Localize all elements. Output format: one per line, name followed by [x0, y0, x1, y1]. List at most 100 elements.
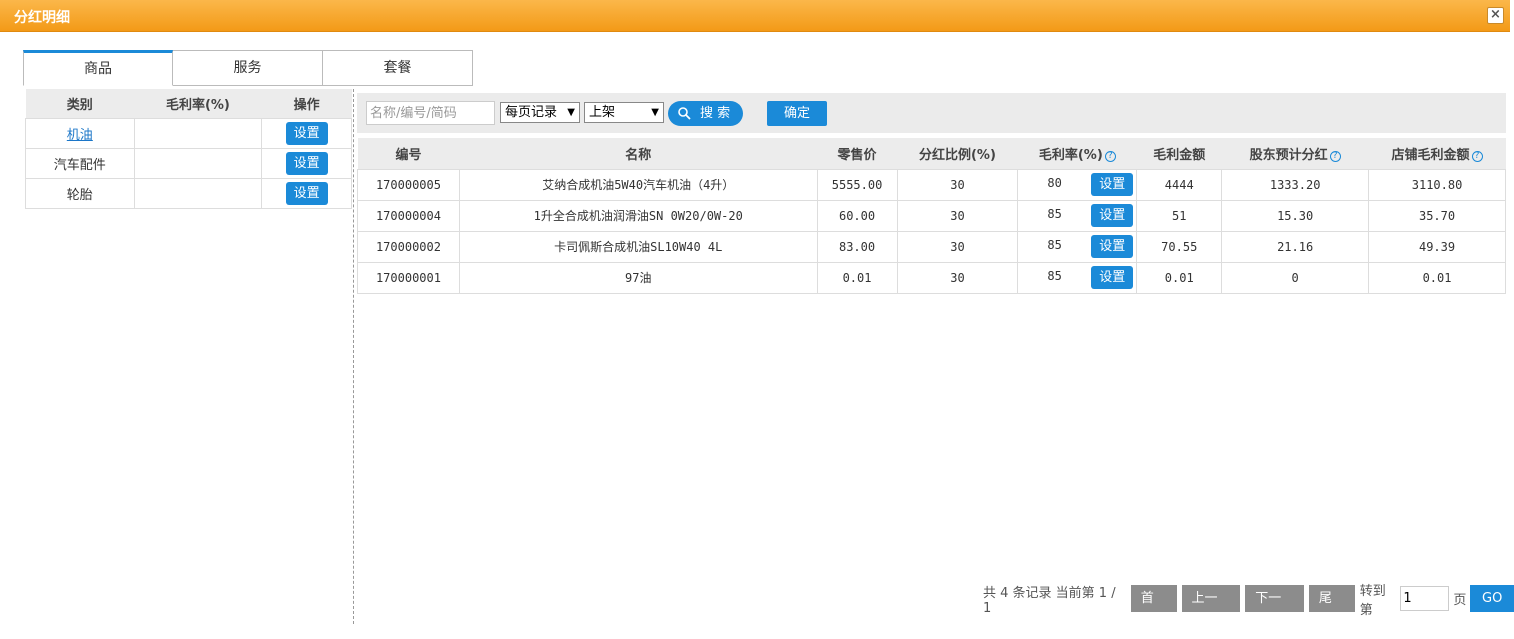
col-header-retail-price: 零售价: [817, 138, 898, 169]
goto-label: 转到第: [1359, 583, 1386, 618]
category-row: 汽车配件 设置: [25, 147, 352, 179]
set-button[interactable]: 设置: [285, 121, 328, 145]
cell-name: 1升全合成机油润滑油SN 0W20/0W-20: [458, 199, 818, 232]
category-rate: [133, 177, 263, 209]
cell-gross-profit: 70.55: [1136, 230, 1223, 263]
page-size-select[interactable]: 每页记录 ▼: [500, 102, 580, 123]
table-row: 170000004 1升全合成机油润滑油SN 0W20/0W-20 60.00 30 8…: [357, 199, 1506, 232]
category-name: 轮胎: [25, 177, 135, 209]
category-row: 轮胎 设置: [25, 177, 352, 209]
dropdown-arrow-icon: ▼: [651, 107, 659, 118]
col-header-dividend-ratio: 分红比例(%): [897, 138, 1018, 169]
cell-margin-rate: 85 设置: [1017, 199, 1138, 232]
cell-dividend-ratio: 30: [896, 261, 1019, 294]
cell-code: 170000005: [357, 168, 460, 201]
cell-shareholder-dividend: 15.30: [1221, 199, 1370, 232]
margin-rate-value: 80: [1047, 175, 1062, 190]
cell-gross-profit: 0.01: [1136, 261, 1223, 294]
cell-code: 170000001: [357, 261, 460, 294]
status-select-value: 上架: [589, 105, 616, 120]
page-size-select-value: 每页记录: [505, 105, 558, 120]
cell-gross-profit: 4444: [1136, 168, 1223, 201]
set-button[interactable]: 设置: [1091, 234, 1134, 258]
go-button[interactable]: GO: [1470, 585, 1514, 612]
status-select[interactable]: 上架 ▼: [584, 102, 664, 123]
pagination-info: 共 4 条记录 当前第 1 / 1: [983, 585, 1116, 616]
table-row: 170000005 艾纳合成机油5W40汽车机油（4升） 5555.00 30 80 设置…: [357, 168, 1506, 201]
dialog-titlebar: 分红明细 ×: [0, 0, 1510, 32]
set-button[interactable]: 设置: [1091, 203, 1134, 227]
cell-gross-profit: 51: [1136, 199, 1223, 232]
col-header-gross-profit: 毛利金额: [1136, 138, 1222, 169]
page-unit-label: 页: [1453, 593, 1467, 608]
help-icon[interactable]: ?: [1104, 150, 1116, 162]
search-icon: [678, 107, 691, 120]
dialog-title: 分红明细: [14, 10, 70, 26]
cell-shareholder-dividend: 1333.20: [1221, 168, 1370, 201]
prev-page-button[interactable]: 上一页: [1181, 585, 1241, 633]
category-rate: [133, 147, 263, 179]
help-icon[interactable]: ?: [1471, 150, 1483, 162]
tab-services[interactable]: 服务: [173, 50, 323, 86]
table-row: 170000002 卡司佩斯合成机油SL10W40 4L 83.00 30 85 设置 70…: [357, 230, 1506, 263]
margin-rate-value: 85: [1047, 237, 1062, 252]
cell-dividend-ratio: 30: [896, 230, 1019, 263]
cell-margin-rate: 85 设置: [1017, 230, 1138, 263]
set-button[interactable]: 设置: [285, 181, 328, 205]
col-header-name: 名称: [459, 138, 818, 169]
search-toolbar: 每页记录 ▼ 上架 ▼ 搜 索 确定: [357, 93, 1506, 133]
cell-margin-rate: 80 设置: [1017, 168, 1138, 201]
tab-bar: 商品 服务 套餐: [23, 50, 473, 86]
cell-dividend-ratio: 30: [896, 168, 1019, 201]
cell-retail-price: 5555.00: [816, 168, 898, 201]
cell-retail-price: 0.01: [816, 261, 898, 294]
col-header-margin-rate: 毛利率(%): [134, 89, 262, 118]
dropdown-arrow-icon: ▼: [567, 107, 575, 118]
cell-shareholder-dividend: 0: [1221, 261, 1370, 294]
margin-rate-value: 85: [1047, 268, 1062, 283]
category-rate: [133, 117, 263, 149]
cell-retail-price: 83.00: [816, 230, 898, 263]
help-icon[interactable]: ?: [1329, 150, 1341, 162]
cell-dividend-ratio: 30: [896, 199, 1019, 232]
set-button[interactable]: 设置: [285, 151, 328, 175]
tab-packages[interactable]: 套餐: [323, 50, 473, 86]
cell-code: 170000002: [357, 230, 460, 263]
set-button[interactable]: 设置: [1091, 265, 1134, 289]
category-name: 汽车配件: [25, 147, 135, 179]
cell-retail-price: 60.00: [816, 199, 898, 232]
close-icon[interactable]: ×: [1487, 7, 1504, 24]
category-header-row: 类别 毛利率(%) 操作: [25, 89, 352, 118]
cell-store-profit: 35.70: [1368, 199, 1506, 232]
first-page-button[interactable]: 首页: [1130, 585, 1177, 633]
cell-store-profit: 3110.80: [1368, 168, 1506, 201]
page-number-input[interactable]: [1400, 586, 1450, 611]
search-button-label: 搜 索: [700, 106, 731, 121]
cell-store-profit: 0.01: [1368, 261, 1506, 294]
confirm-button[interactable]: 确定: [767, 101, 827, 126]
next-page-button[interactable]: 下一页: [1245, 585, 1304, 633]
cell-shareholder-dividend: 21.16: [1221, 230, 1370, 263]
category-link-engine-oil[interactable]: 机油: [67, 128, 93, 143]
search-input[interactable]: [366, 101, 495, 125]
cell-name: 97油: [458, 261, 818, 294]
cell-code: 170000004: [357, 199, 460, 232]
tab-goods[interactable]: 商品: [23, 50, 173, 86]
col-header-category: 类别: [25, 89, 135, 118]
col-header-store-profit-label: 店铺毛利金额: [1391, 147, 1470, 163]
col-header-code: 编号: [357, 138, 460, 169]
cell-name: 艾纳合成机油5W40汽车机油（4升）: [458, 168, 818, 201]
cell-store-profit: 49.39: [1368, 230, 1506, 263]
product-header-row: 编号 名称 零售价 分红比例(%) 毛利率(%)? 毛利金额 股东预计分红? 店…: [357, 138, 1506, 169]
col-header-store-profit: 店铺毛利金额?: [1368, 138, 1506, 169]
panel-divider: [353, 89, 354, 624]
col-header-margin-rate-label: 毛利率(%): [1038, 147, 1103, 163]
cell-margin-rate: 85 设置: [1017, 261, 1138, 294]
category-row: 机油 设置: [25, 117, 352, 149]
search-button[interactable]: 搜 索: [668, 101, 743, 126]
last-page-button[interactable]: 尾页: [1308, 585, 1355, 633]
product-table: 编号 名称 零售价 分红比例(%) 毛利率(%)? 毛利金额 股东预计分红? 店…: [357, 138, 1506, 294]
set-button[interactable]: 设置: [1091, 172, 1134, 196]
col-header-action: 操作: [261, 89, 352, 118]
pagination: 共 4 条记录 当前第 1 / 1 首页 上一页 下一页 尾页 转到第 页 GO: [983, 584, 1514, 633]
